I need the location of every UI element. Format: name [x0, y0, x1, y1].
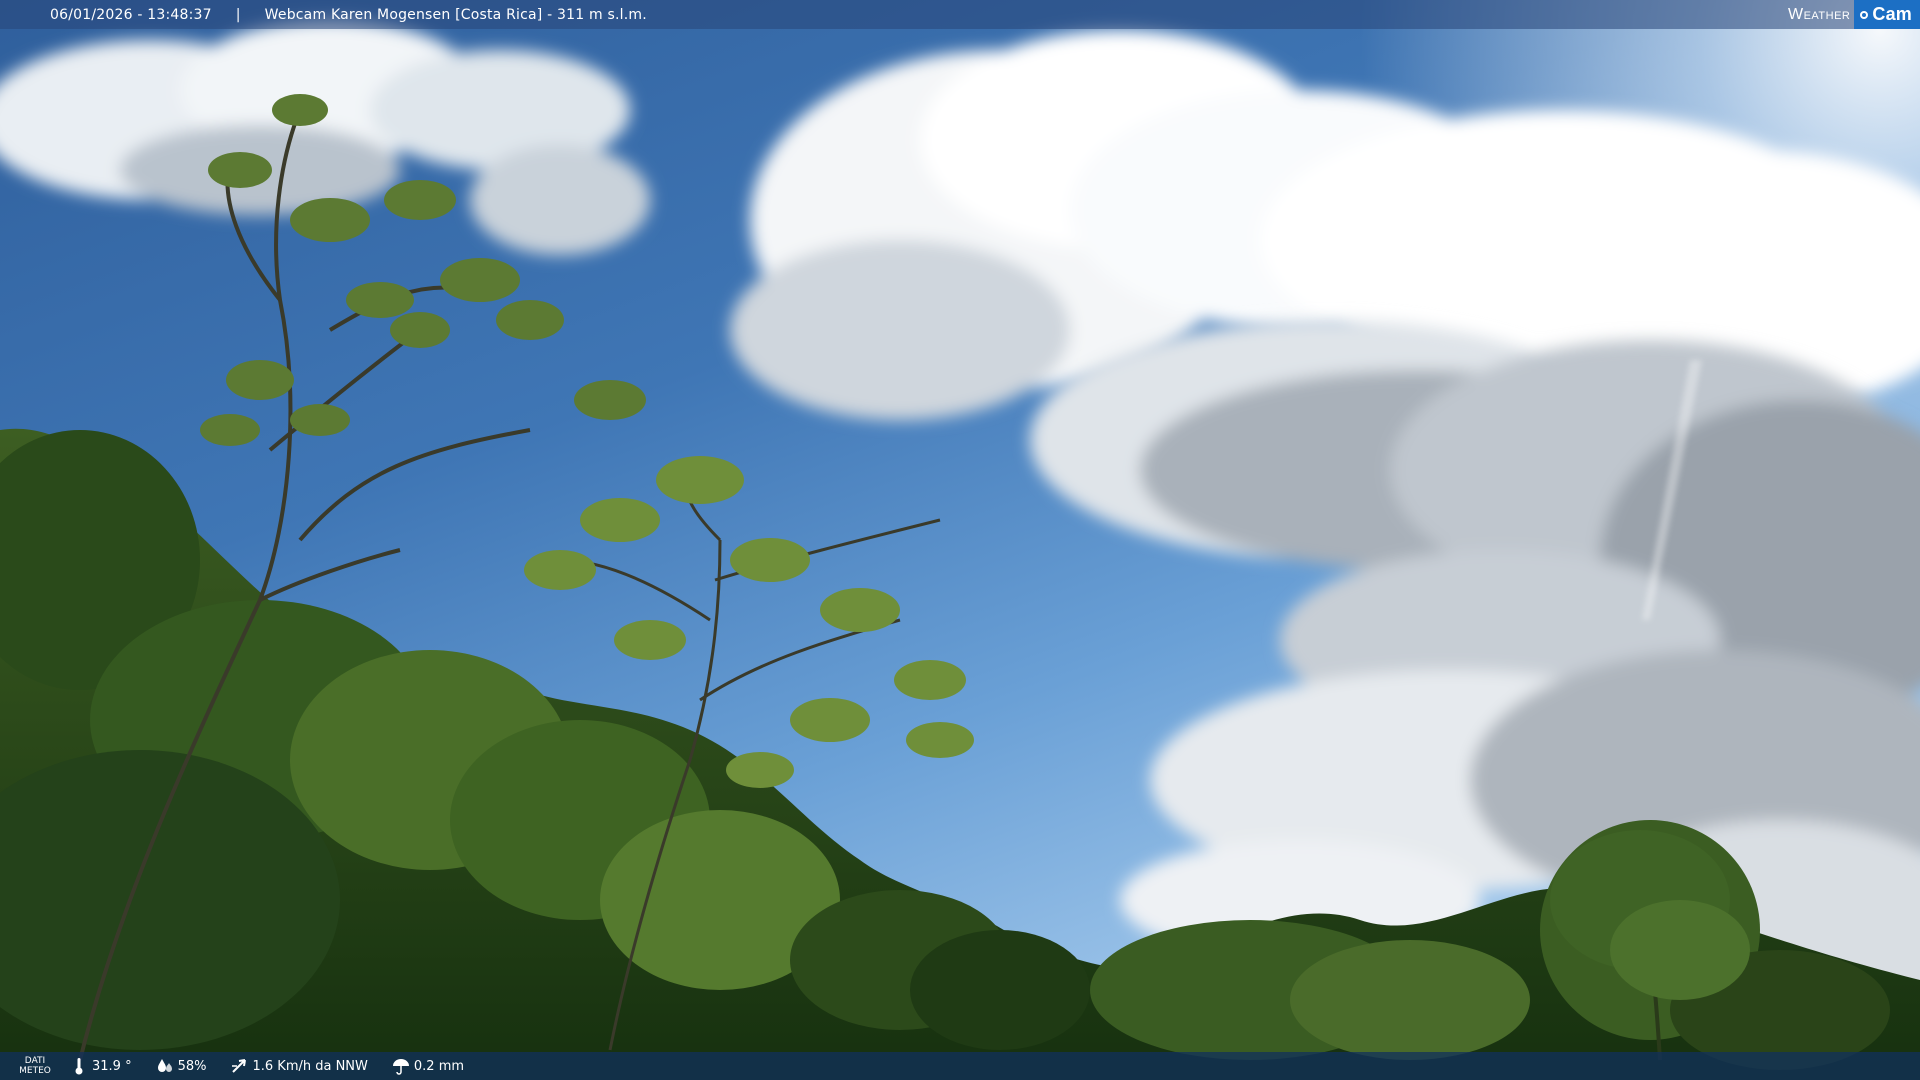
meteo-data-label: DATI METEO [0, 1056, 70, 1076]
rain-value: 0.2 mm [413, 1058, 465, 1074]
camera-lens-icon [1860, 10, 1869, 19]
rain-umbrella-icon [392, 1057, 410, 1075]
wind-direction-icon [230, 1057, 248, 1075]
webcam-image [0, 0, 1920, 1080]
meteo-label-line2: METEO [19, 1066, 51, 1076]
humidity-drops-icon [156, 1057, 174, 1075]
scene-drawing [0, 0, 1920, 1080]
logo-cam-text: Cam [1872, 4, 1912, 24]
top-info-bar: 06/01/2026 - 13:48:37 | Webcam Karen Mog… [0, 0, 1920, 29]
meteo-data-bar: DATI METEO 31.9 ° 58% 1.6 Km/h da NNW 0.… [0, 1052, 1920, 1080]
camera-title: Webcam Karen Mogensen [Costa Rica] - 311… [264, 6, 647, 23]
datetime-stamp: 06/01/2026 - 13:48:37 [50, 6, 212, 23]
temperature-reading: 31.9 ° [70, 1057, 132, 1075]
meteo-label-line1: DATI [24, 1056, 46, 1066]
logo-cam-badge: Cam [1854, 0, 1920, 29]
title-separator: | [235, 6, 241, 23]
humidity-value: 58% [177, 1058, 207, 1074]
logo-weather-text: Weather [1787, 5, 1851, 23]
thermometer-icon [70, 1057, 88, 1075]
weathercam-logo[interactable]: Weather Cam [1788, 0, 1920, 29]
wind-value: 1.6 Km/h da NNW [252, 1058, 368, 1074]
temperature-value: 31.9 ° [92, 1058, 132, 1074]
wind-reading: 1.6 Km/h da NNW [230, 1057, 368, 1075]
humidity-reading: 58% [156, 1057, 207, 1075]
rain-reading: 0.2 mm [392, 1057, 464, 1075]
